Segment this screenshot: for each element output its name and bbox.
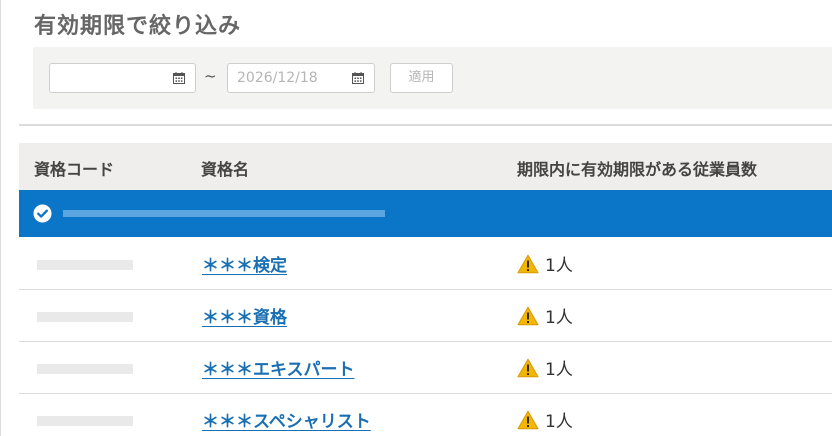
qualification-link[interactable]: ＊＊＊資格	[202, 303, 287, 328]
filter-panel: ~ 2026/12/18 適用	[33, 47, 832, 109]
date-from-input[interactable]	[49, 63, 196, 93]
warning-icon	[517, 254, 539, 274]
employee-count-cell: 1人	[517, 251, 573, 276]
date-range-separator: ~	[204, 67, 217, 85]
qualification-link[interactable]: ＊＊＊エキスパート	[202, 355, 355, 380]
employee-count-cell: 1人	[517, 303, 573, 328]
table-row: ＊＊＊エキスパート 1人	[19, 342, 832, 394]
date-to-input[interactable]: 2026/12/18	[227, 63, 375, 93]
code-placeholder	[37, 312, 133, 322]
table-row: ＊＊＊スペシャリスト 1人	[19, 394, 832, 436]
employee-count-cell: 1人	[517, 355, 573, 380]
warning-icon	[517, 410, 539, 430]
selected-row[interactable]	[19, 190, 832, 237]
calendar-icon[interactable]	[173, 72, 185, 84]
calendar-icon[interactable]	[352, 72, 364, 84]
section-divider	[19, 124, 832, 126]
qualification-link[interactable]: ＊＊＊スペシャリスト	[202, 407, 371, 432]
employee-count-cell: 1人	[517, 407, 573, 432]
qualification-page: 有効期限で絞り込み ~ 2026/12/18 適用 資格コード 資格名 期限内に…	[0, 0, 832, 436]
warning-icon	[517, 306, 539, 326]
check-circle-icon	[33, 204, 52, 223]
apply-button[interactable]: 適用	[390, 63, 453, 93]
header-code: 資格コード	[34, 160, 115, 179]
header-name: 資格名	[201, 160, 250, 179]
table-header: 資格コード 資格名 期限内に有効期限がある従業員数	[19, 143, 832, 190]
warning-icon	[517, 358, 539, 378]
employee-count: 1人	[545, 256, 573, 276]
date-to-placeholder: 2026/12/18	[237, 70, 318, 86]
filter-title: 有効期限で絞り込み	[34, 14, 242, 39]
code-placeholder	[37, 364, 133, 374]
qualification-link[interactable]: ＊＊＊検定	[202, 251, 287, 276]
employee-count: 1人	[545, 412, 573, 432]
table-row: ＊＊＊資格 1人	[19, 290, 832, 342]
code-placeholder	[37, 416, 133, 426]
code-placeholder	[37, 260, 133, 270]
selected-row-placeholder-bar	[63, 210, 385, 217]
employee-count: 1人	[545, 308, 573, 328]
table-row: ＊＊＊検定 1人	[19, 238, 832, 290]
employee-count: 1人	[545, 360, 573, 380]
header-count: 期限内に有効期限がある従業員数	[517, 160, 758, 179]
